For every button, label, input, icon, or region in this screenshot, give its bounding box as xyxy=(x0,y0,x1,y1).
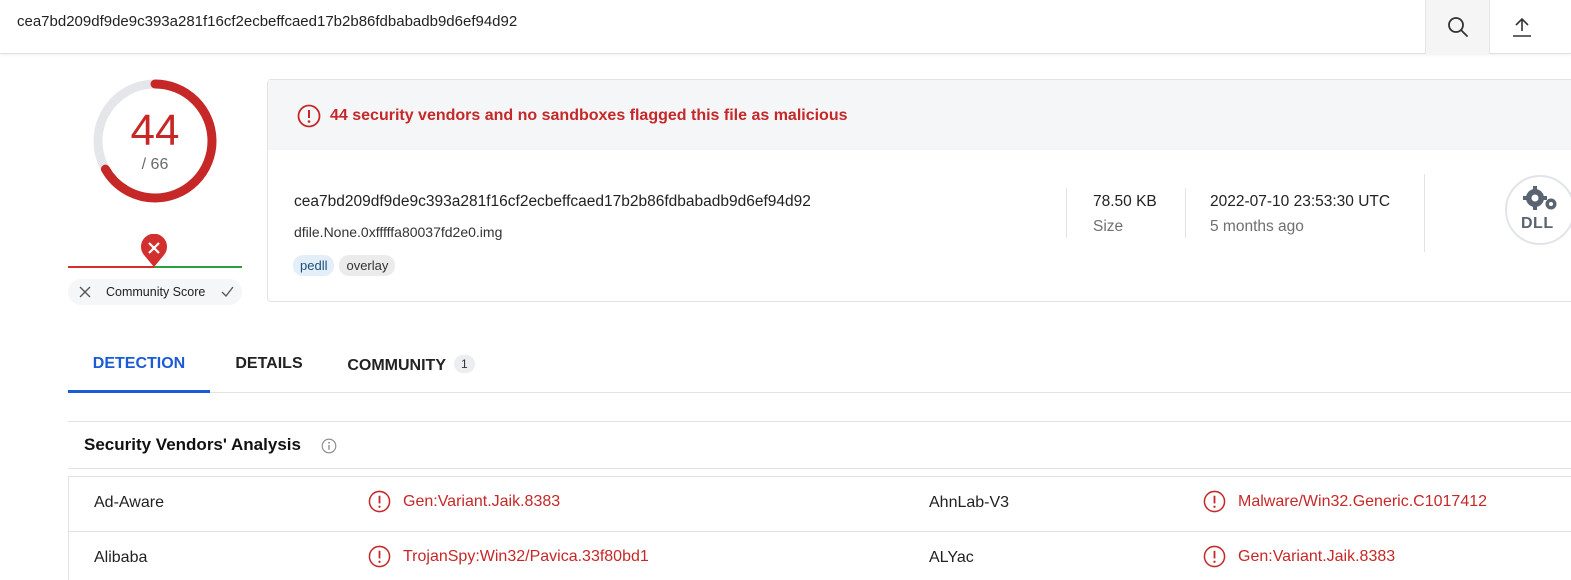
community-marker-icon xyxy=(141,234,167,267)
tag-list: pedll overlay xyxy=(293,255,396,276)
info-icon[interactable] xyxy=(321,438,337,454)
alert-text: 44 security vendors and no sandboxes fla… xyxy=(330,107,848,124)
last-analysis-date: 2022-07-10 23:53:30 UTC xyxy=(1210,193,1391,210)
file-size: 78.50 KB xyxy=(1093,193,1157,210)
community-score: Community Score xyxy=(68,279,242,305)
detection-total: / 66 xyxy=(141,156,169,173)
vendor-result: Gen:Variant.Jaik.8383 xyxy=(368,490,560,513)
tag-overlay[interactable]: overlay xyxy=(339,255,396,276)
detection-label: Gen:Variant.Jaik.8383 xyxy=(403,492,561,510)
alert-circle-icon xyxy=(297,104,321,128)
file-hash[interactable]: cea7bd209df9de9c393a281f16cf2ecbeffcaed1… xyxy=(294,193,811,211)
divider xyxy=(1185,188,1186,238)
tab-label: DETAILS xyxy=(235,355,303,372)
divider xyxy=(1066,188,1067,238)
detection-alert: 44 security vendors and no sandboxes fla… xyxy=(268,80,1571,150)
close-icon xyxy=(79,286,91,298)
search-bar: cea7bd209df9de9c393a281f16cf2ecbeffcaed1… xyxy=(0,0,1571,54)
vendor-name: ALYac xyxy=(929,549,974,566)
file-type-label: DLL xyxy=(1521,215,1554,232)
upload-icon xyxy=(1512,17,1531,37)
divider xyxy=(1424,174,1425,252)
tab-details[interactable]: DETAILS xyxy=(221,340,317,393)
detection-label: Malware/Win32.Generic.C1017412 xyxy=(1238,492,1488,510)
tab-label: DETECTION xyxy=(92,355,186,372)
community-count-badge: 1 xyxy=(453,355,475,373)
vendor-result: Malware/Win32.Generic.C1017412 xyxy=(1203,490,1487,513)
vote-harmless-button[interactable] xyxy=(216,281,238,303)
detection-label: TrojanSpy:Win32/Pavica.33f80bd1 xyxy=(403,547,649,565)
gears-icon xyxy=(1523,186,1557,210)
alert-circle-icon xyxy=(1203,545,1226,568)
upload-button[interactable] xyxy=(1489,0,1553,54)
file-summary-card: 44 security vendors and no sandboxes fla… xyxy=(267,79,1571,302)
alert-circle-icon xyxy=(368,545,391,568)
table-row: Alibaba TrojanSpy:Win32/Pavica.33f80bd1 … xyxy=(69,531,1571,580)
section-title: Security Vendors' Analysis xyxy=(84,435,301,454)
search-input[interactable]: cea7bd209df9de9c393a281f16cf2ecbeffcaed1… xyxy=(17,13,517,30)
alert-circle-icon xyxy=(1203,490,1226,513)
tab-community[interactable]: COMMUNITY 1 xyxy=(336,340,486,393)
detection-count: 44 xyxy=(130,106,180,155)
alert-circle-icon xyxy=(368,490,391,513)
last-analysis-relative: 5 months ago xyxy=(1210,218,1304,235)
search-button[interactable] xyxy=(1425,0,1489,54)
detection-score: 44 / 66 xyxy=(90,76,220,206)
vendor-table: Ad-Aware Gen:Variant.Jaik.8383 AhnLab-V3… xyxy=(68,476,1571,580)
vote-harmful-button[interactable] xyxy=(74,281,96,303)
vendor-result: Gen:Variant.Jaik.8383 xyxy=(1203,545,1395,568)
tab-label: COMMUNITY xyxy=(347,357,446,374)
file-type-badge: DLL xyxy=(1505,175,1571,245)
tab-detection[interactable]: DETECTION xyxy=(68,340,210,393)
file-size-label: Size xyxy=(1093,218,1124,235)
vendor-name: Ad-Aware xyxy=(94,494,164,511)
vendor-name: Alibaba xyxy=(94,549,148,566)
tag-pedll[interactable]: pedll xyxy=(293,255,335,276)
vendor-result: TrojanSpy:Win32/Pavica.33f80bd1 xyxy=(368,545,649,568)
detection-label: Gen:Variant.Jaik.8383 xyxy=(1238,547,1396,565)
community-score-label: Community Score xyxy=(106,285,206,299)
file-name: dfile.None.0xfffffa80037fd2e0.img xyxy=(294,224,503,240)
vendor-name: AhnLab-V3 xyxy=(929,494,1010,511)
check-icon xyxy=(221,286,234,297)
tab-bar: DETECTION DETAILS COMMUNITY 1 xyxy=(68,340,1571,393)
search-icon xyxy=(1447,17,1468,37)
table-row: Ad-Aware Gen:Variant.Jaik.8383 AhnLab-V3… xyxy=(69,477,1571,531)
analysis-header: Security Vendors' Analysis xyxy=(68,421,1571,469)
